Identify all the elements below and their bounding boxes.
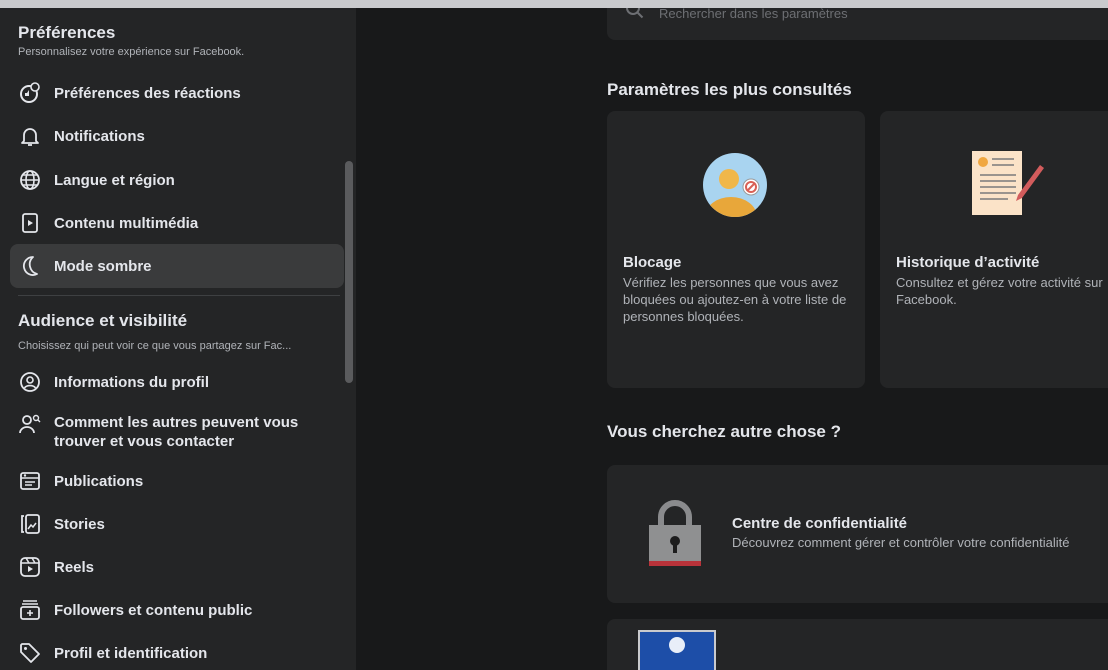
profile-icon <box>18 370 42 394</box>
bell-icon <box>18 124 42 148</box>
moon-icon <box>18 254 42 278</box>
preferences-subtitle: Personnalisez votre expérience sur Faceb… <box>18 46 245 58</box>
sidebar-item-dark-mode[interactable]: Mode sombre <box>10 244 344 288</box>
sidebar-item-label: Stories <box>54 515 105 533</box>
privacy-center-title: Centre de confidentialité <box>732 515 908 532</box>
sidebar-item-label: Profil et identification <box>54 644 208 662</box>
stories-icon <box>18 512 42 536</box>
sidebar-item-label: Contenu multimédia <box>54 214 199 232</box>
help-center-icon <box>637 629 717 670</box>
sidebar-divider <box>18 295 340 296</box>
sidebar-item-publications[interactable]: Publications <box>10 459 344 503</box>
window-top-strip <box>0 0 1108 8</box>
activity-log-title: Historique d’activité <box>896 254 1040 271</box>
preferences-title: Préférences <box>18 23 116 42</box>
sidebar-item-notifications[interactable]: Notifications <box>10 114 344 158</box>
blocking-card[interactable]: Blocage Vérifiez les personnes que vous … <box>607 111 865 388</box>
search-icon <box>625 8 645 25</box>
blocked-user-icon <box>703 149 771 222</box>
sidebar-item-label: Publications <box>54 472 144 490</box>
sidebar-item-label: Mode sombre <box>54 257 152 275</box>
settings-main: Rechercher dans les paramètres Paramètre… <box>552 8 1108 670</box>
publications-icon <box>18 469 42 493</box>
most-viewed-heading: Paramètres les plus consultés <box>607 80 852 99</box>
sidebar-scrollbar[interactable] <box>345 161 353 383</box>
settings-sidebar: Préférences Personnalisez votre expérien… <box>0 8 356 670</box>
sidebar-item-label: Préférences des réactions <box>54 84 241 102</box>
blocking-description: Vérifiez les personnes que vous avez blo… <box>623 275 847 324</box>
padlock-icon <box>645 495 705 572</box>
sidebar-item-label: Langue et région <box>54 171 175 189</box>
reels-icon <box>18 555 42 579</box>
activity-log-card[interactable]: Historique d’activité Consultez et gérez… <box>880 111 1108 388</box>
privacy-center-description: Découvrez comment gérer et contrôler vot… <box>732 535 1070 550</box>
sidebar-item-profile-info[interactable]: Informations du profil <box>10 360 344 404</box>
sidebar-item-reels[interactable]: Reels <box>10 545 344 589</box>
reactions-icon <box>18 81 42 105</box>
activity-log-icon <box>970 149 1048 222</box>
privacy-center-card[interactable]: Centre de confidentialité Découvrez comm… <box>607 465 1108 603</box>
sidebar-item-label: Comment les autres peuvent vous trouver … <box>54 414 299 450</box>
sidebar-item-tagging[interactable]: Profil et identification <box>10 631 344 670</box>
sidebar-item-reaction-preferences[interactable]: Préférences des réactions <box>10 71 344 115</box>
audience-title: Audience et visibilité <box>18 311 188 330</box>
sidebar-item-label: Notifications <box>54 127 145 145</box>
content-gutter <box>356 8 552 670</box>
sidebar-item-stories[interactable]: Stories <box>10 502 344 546</box>
people-search-icon <box>18 412 42 436</box>
audience-subtitle: Choisissez qui peut voir ce que vous par… <box>18 340 292 352</box>
sidebar-item-media[interactable]: Contenu multimédia <box>10 201 344 245</box>
next-help-card[interactable] <box>607 619 1108 670</box>
looking-else-heading: Vous cherchez autre chose ? <box>607 422 841 441</box>
sidebar-item-label: Informations du profil <box>54 373 209 391</box>
sidebar-item-language-region[interactable]: Langue et région <box>10 158 344 202</box>
sidebar-item-followers[interactable]: Followers et contenu public <box>10 588 344 632</box>
sidebar-item-label: Reels <box>54 558 95 576</box>
tag-icon <box>18 641 42 665</box>
sidebar-item-label: Followers et contenu public <box>54 601 253 619</box>
activity-log-description: Consultez et gérez votre activité sur Fa… <box>896 275 1103 307</box>
settings-search-box[interactable]: Rechercher dans les paramètres <box>607 8 1108 40</box>
sidebar-item-find-contact[interactable]: Comment les autres peuvent vous trouver … <box>10 408 344 456</box>
media-icon <box>18 211 42 235</box>
search-input[interactable]: Rechercher dans les paramètres <box>659 8 848 21</box>
followers-icon <box>18 598 42 622</box>
blocking-title: Blocage <box>623 254 682 271</box>
globe-icon <box>18 168 42 192</box>
